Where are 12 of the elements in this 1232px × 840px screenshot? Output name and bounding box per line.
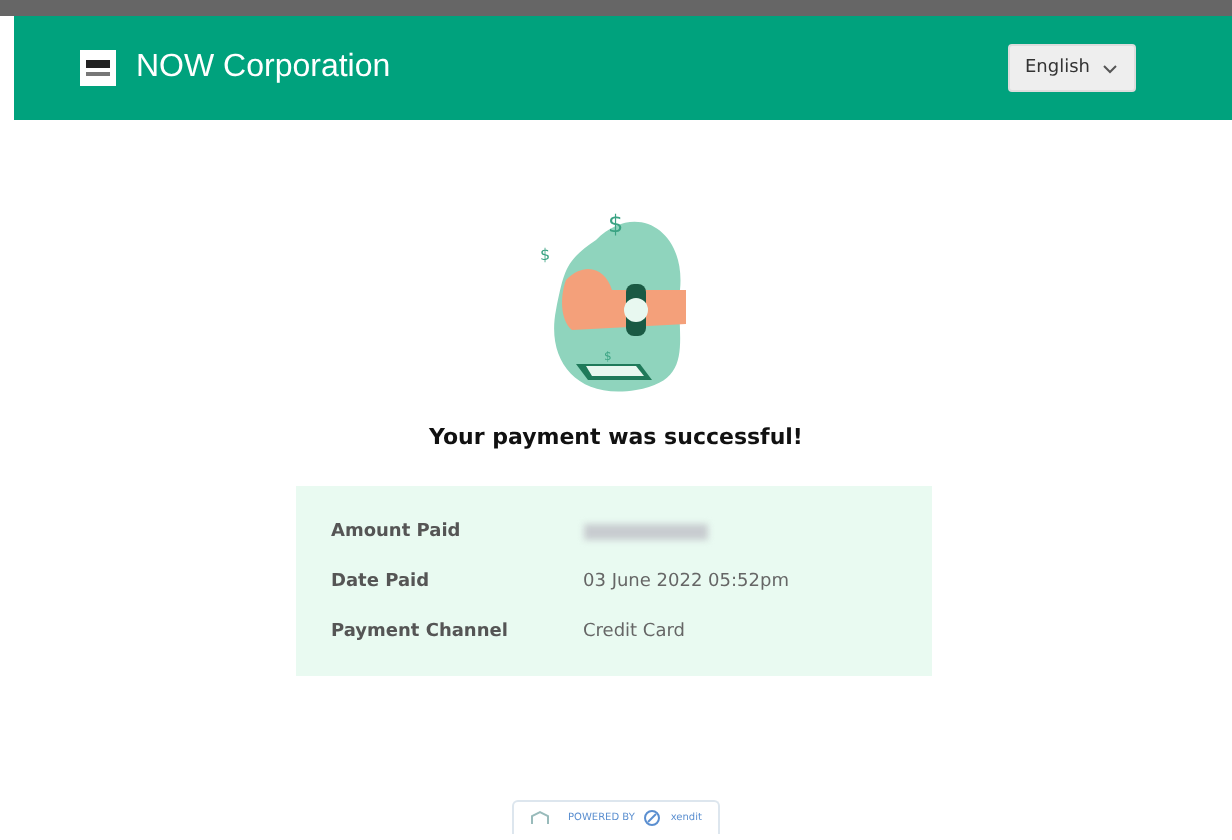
- company-name: NOW Corporation: [136, 50, 391, 86]
- detail-value: 03 June 2022 05:52pm: [583, 571, 789, 591]
- success-message: Your payment was successful!: [429, 424, 803, 450]
- language-dropdown[interactable]: English: [1007, 44, 1136, 92]
- detail-label: Amount Paid: [331, 521, 463, 541]
- caret-icon: [1102, 63, 1118, 73]
- detail-label: Date Paid: [331, 571, 432, 591]
- detail-label: Payment Channel: [331, 621, 510, 641]
- detail-value: Credit Card: [583, 621, 685, 641]
- logo-icon: [80, 50, 116, 86]
- brand-logo-icon: [644, 810, 661, 826]
- blurred-value: [583, 523, 707, 539]
